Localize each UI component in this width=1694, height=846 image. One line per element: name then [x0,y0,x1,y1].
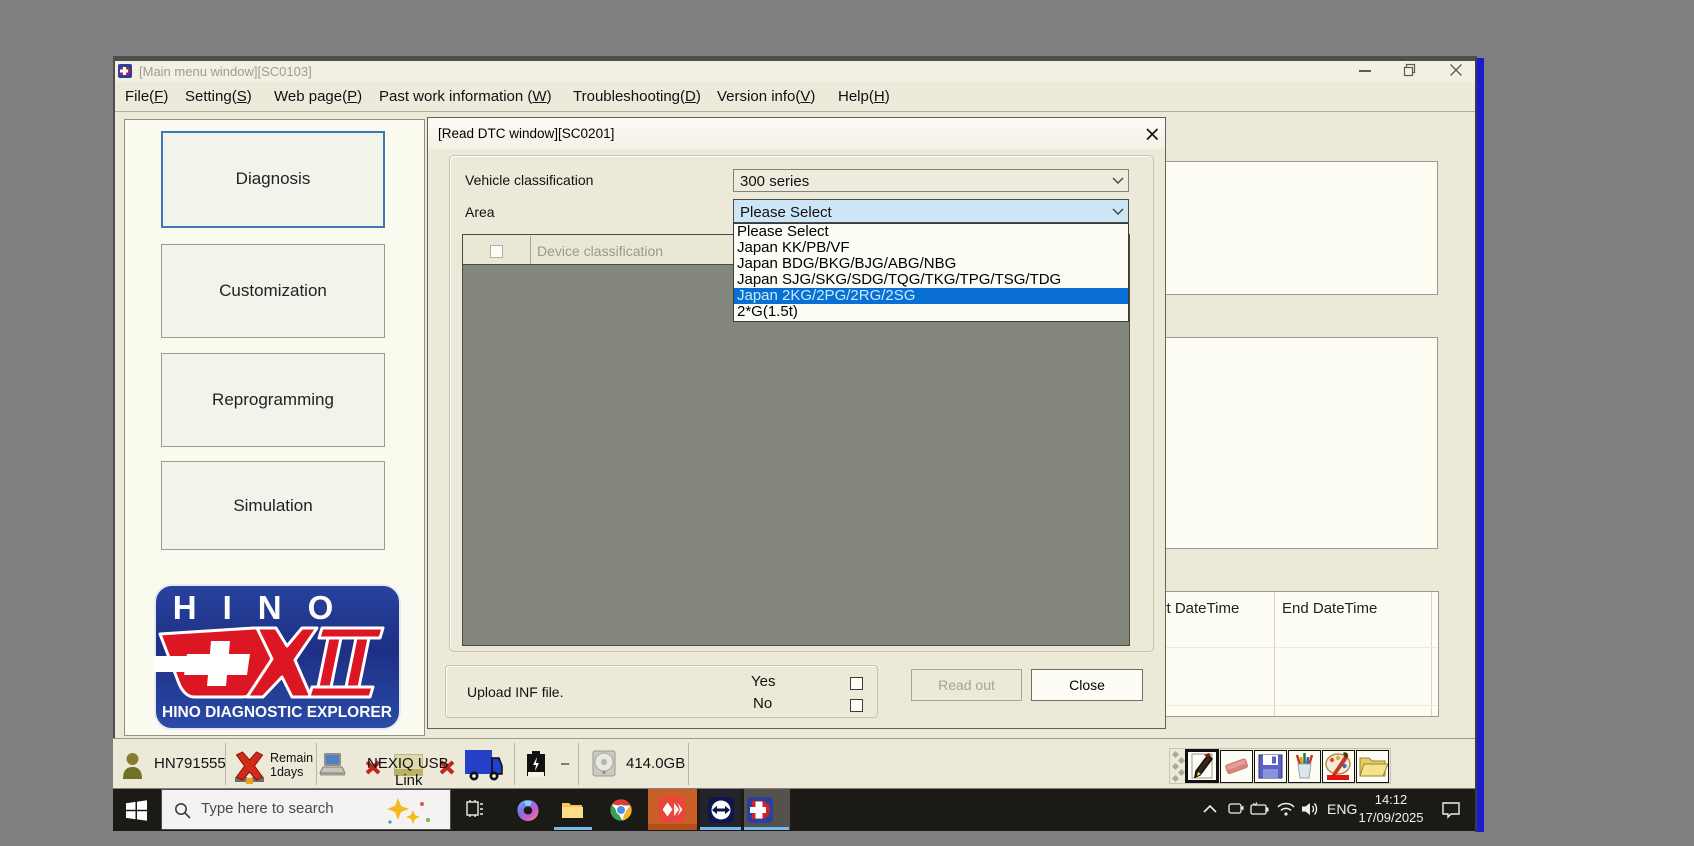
svg-text:HINO: HINO [173,589,360,626]
svg-text:HINO DIAGNOSTIC EXPLORER: HINO DIAGNOSTIC EXPLORER [162,704,392,721]
